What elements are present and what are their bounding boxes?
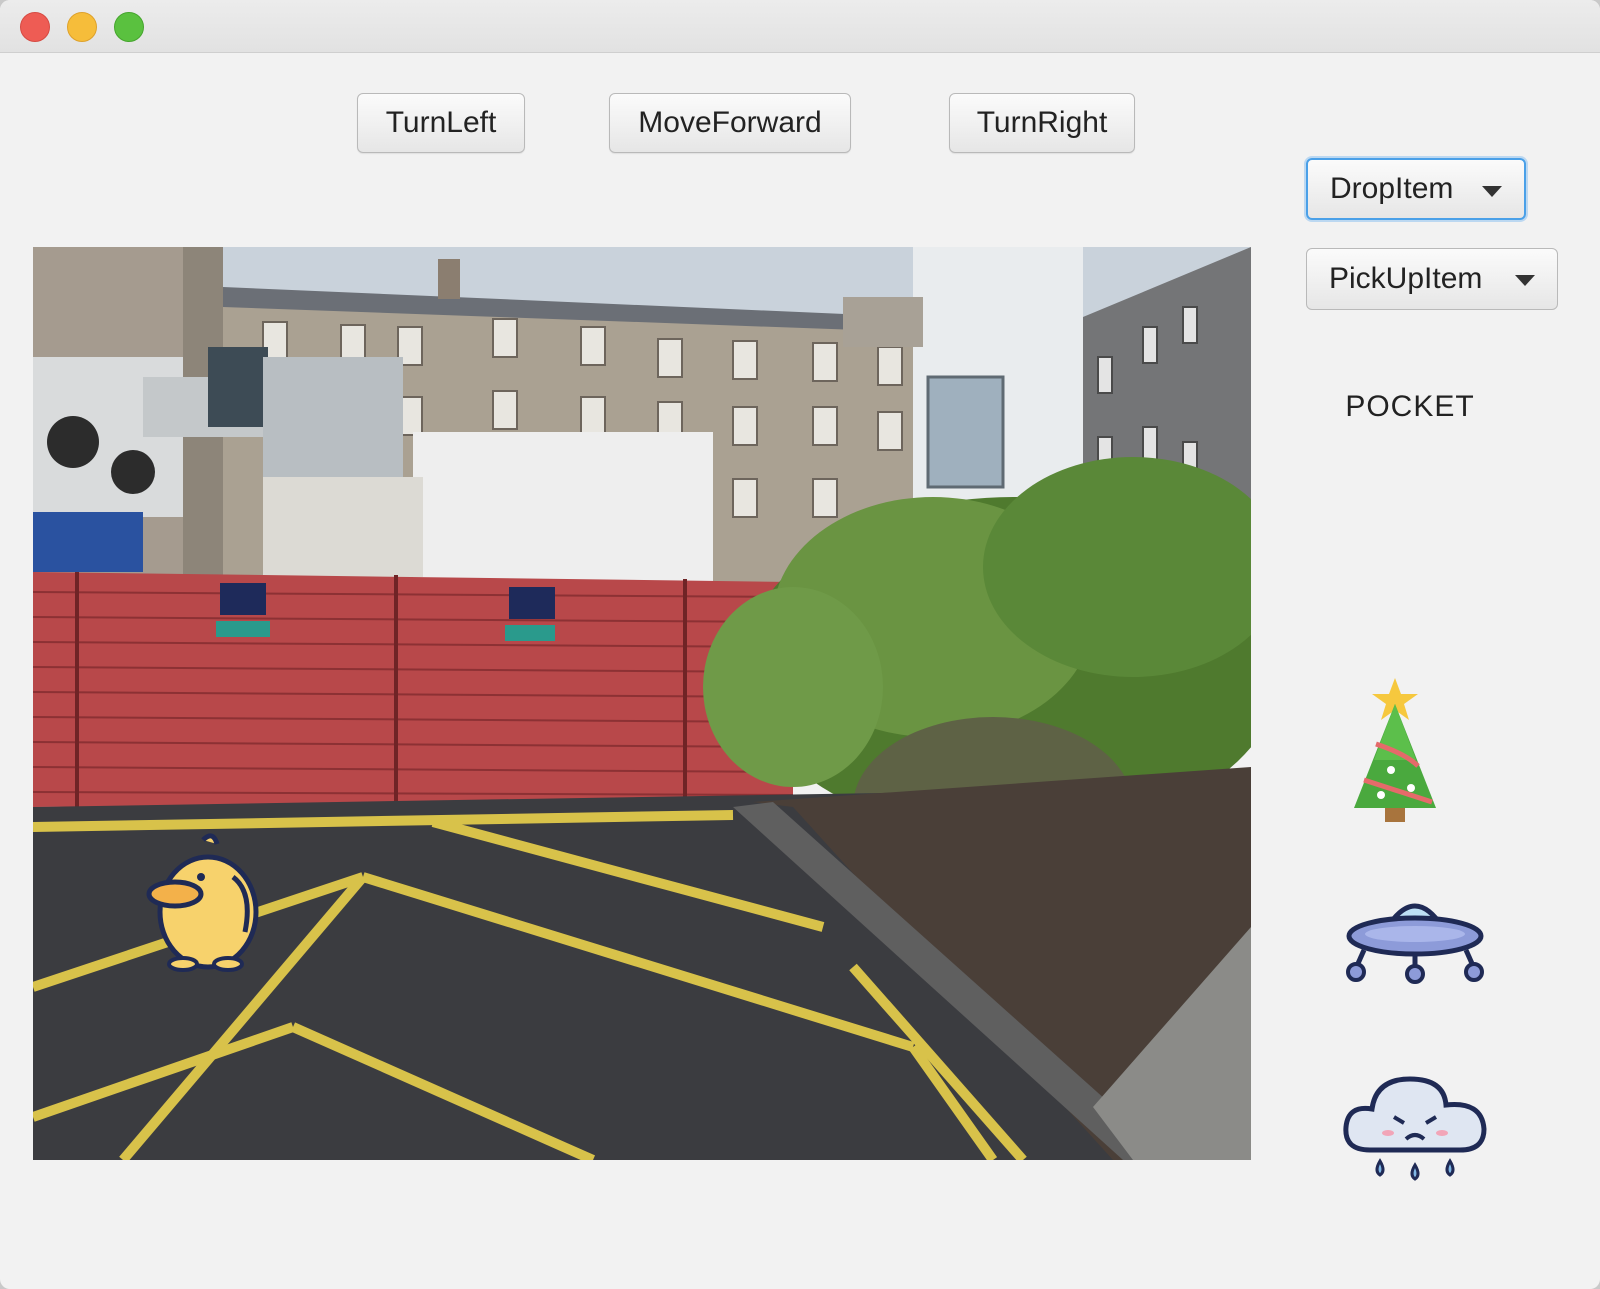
pocket-label: POCKET [1345, 390, 1475, 423]
close-window-button[interactable] [20, 12, 50, 42]
street-photo [33, 247, 1251, 1160]
drop-item-dropdown[interactable]: DropItem [1306, 158, 1526, 220]
scene-view [33, 247, 1251, 1160]
app-window: TurnLeft MoveForward TurnRight DropItem … [0, 0, 1600, 1289]
pick-up-item-label: PickUpItem [1329, 262, 1483, 295]
drop-item-label: DropItem [1330, 172, 1454, 205]
rain-cloud-icon[interactable] [1340, 1065, 1490, 1190]
title-bar [0, 0, 1600, 53]
turn-left-button[interactable]: TurnLeft [357, 93, 525, 153]
turn-right-button[interactable]: TurnRight [949, 93, 1135, 153]
chevron-down-icon [1515, 275, 1535, 286]
ufo-icon[interactable] [1342, 888, 1488, 984]
move-forward-button[interactable]: MoveForward [609, 93, 851, 153]
pick-up-item-dropdown[interactable]: PickUpItem [1306, 248, 1558, 310]
minimize-window-button[interactable] [67, 12, 97, 42]
christmas-tree-icon[interactable] [1336, 670, 1454, 826]
maximize-window-button[interactable] [114, 12, 144, 42]
chevron-down-icon [1482, 186, 1502, 197]
